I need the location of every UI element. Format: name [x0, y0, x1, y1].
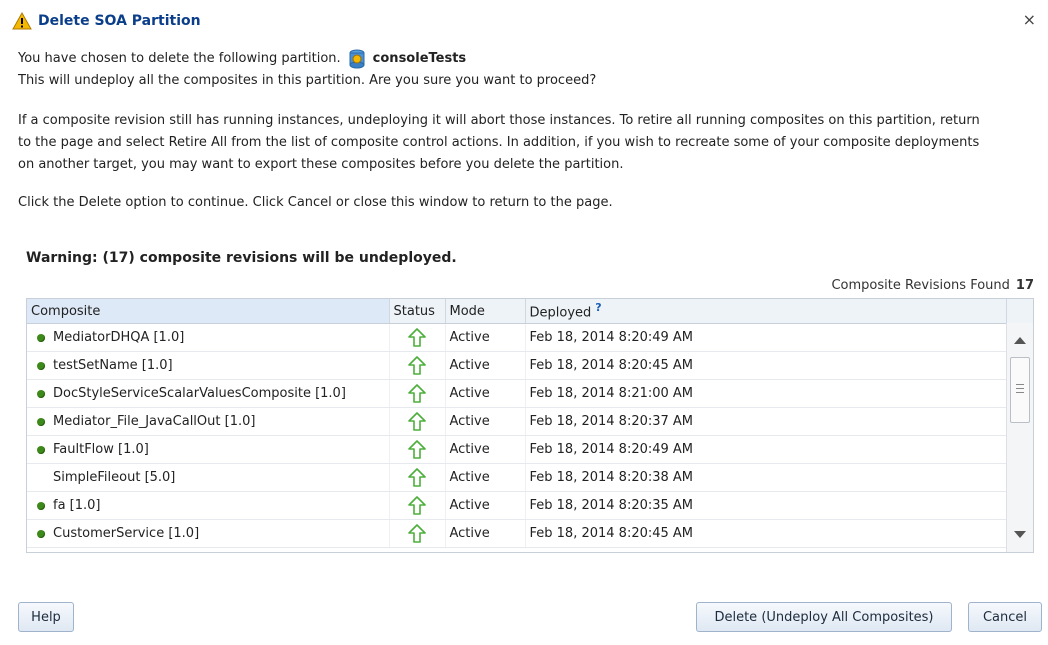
composite-cell[interactable]: SimpleFileout [5.0]: [27, 463, 390, 492]
message-line2: This will undeploy all the composites in…: [18, 73, 597, 88]
mode-cell: Active: [445, 463, 526, 492]
table-row[interactable]: SimpleFileout [5.0] Active Feb 18, 2014 8:…: [27, 463, 1008, 492]
composite-name[interactable]: SimpleFileout [5.0]: [53, 470, 175, 485]
help-button[interactable]: Help: [18, 602, 74, 632]
mode-cell: Active: [445, 407, 526, 436]
table-row[interactable]: testSetName [1.0] Active Feb 18, 2014 8:20…: [27, 351, 1008, 380]
composite-name[interactable]: Mediator_File_JavaCallOut [1.0]: [53, 414, 255, 429]
composite-cell[interactable]: CustomerService [1.0]: [27, 519, 390, 548]
composite-name[interactable]: MediatorDHQA [1.0]: [53, 330, 184, 345]
partition-name: consoleTests: [372, 51, 467, 66]
status-cell: [389, 435, 446, 464]
close-button[interactable]: ×: [1023, 10, 1036, 30]
table-row[interactable]: DocStyleServiceScalarValuesComposite [1.…: [27, 379, 1008, 408]
deployed-cell: Feb 18, 2014 8:20:38 AM: [525, 463, 1008, 492]
up-arrow-icon: [408, 523, 426, 543]
deployed-cell: Feb 18, 2014 8:20:45 AM: [525, 351, 1008, 380]
table-header-row: Composite Status Mode Deployed?: [27, 299, 1008, 324]
status-dot-icon: [37, 417, 45, 426]
deployed-cell: Feb 18, 2014 8:20:45 AM: [525, 519, 1008, 548]
deployed-cell: Feb 18, 2014 8:21:00 AM: [525, 379, 1008, 408]
composite-name[interactable]: testSetName [1.0]: [53, 358, 173, 373]
dialog-title-bar: Delete SOA Partition: [12, 10, 201, 32]
delete-undeploy-button[interactable]: Delete (Undeploy All Composites): [696, 602, 952, 632]
status-cell: [389, 379, 446, 408]
table-scrollbar[interactable]: [1006, 323, 1033, 552]
table-row[interactable]: Mediator_File_JavaCallOut [1.0] Active Feb…: [27, 407, 1008, 436]
status-dot-icon: [37, 445, 45, 454]
message-line3b: to the page and select Retire All from t…: [18, 135, 980, 150]
scroll-up-arrow[interactable]: [1014, 337, 1026, 344]
partition-icon: [349, 49, 365, 69]
composite-cell[interactable]: DocStyleServiceScalarValuesComposite [1.…: [27, 379, 390, 408]
composite-name[interactable]: FaultFlow [1.0]: [53, 442, 149, 457]
column-mode[interactable]: Mode: [445, 299, 526, 324]
revisions-found: Composite Revisions Found 17: [831, 278, 1034, 293]
up-arrow-icon: [408, 327, 426, 347]
table-row[interactable]: CustomerService [1.0] Active Feb 18, 2014 …: [27, 519, 1008, 548]
dialog-title: Delete SOA Partition: [38, 13, 201, 29]
status-dot-icon: [37, 389, 45, 398]
up-arrow-icon: [408, 495, 426, 515]
column-status[interactable]: Status: [389, 299, 446, 324]
scroll-header-corner: [1006, 299, 1033, 324]
deployed-cell: Feb 18, 2014 8:20:49 AM: [525, 435, 1008, 464]
composite-name[interactable]: fa [1.0]: [53, 498, 101, 513]
cancel-button[interactable]: Cancel: [968, 602, 1042, 632]
revisions-found-count: 17: [1015, 278, 1034, 293]
scroll-down-arrow[interactable]: [1014, 531, 1026, 538]
mode-cell: Active: [445, 323, 526, 352]
composite-cell[interactable]: MediatorDHQA [1.0]: [27, 323, 390, 352]
message-line4: Click the Delete option to continue. Cli…: [18, 195, 613, 210]
status-cell: [389, 351, 446, 380]
scroll-thumb[interactable]: [1010, 357, 1030, 423]
message-line1: You have chosen to delete the following …: [18, 51, 341, 66]
composites-table: Composite Status Mode Deployed? Mediator…: [26, 298, 1034, 553]
up-arrow-icon: [408, 383, 426, 403]
mode-cell: Active: [445, 351, 526, 380]
table-row[interactable]: fa [1.0] Active Feb 18, 2014 8:20:35 AM: [27, 491, 1008, 520]
deployed-cell: Feb 18, 2014 8:20:37 AM: [525, 407, 1008, 436]
message-retire-info: If a composite revision still has runnin…: [18, 110, 1038, 176]
up-arrow-icon: [408, 439, 426, 459]
status-dot-icon: [37, 529, 45, 538]
message-line3c: on another target, you may want to expor…: [18, 157, 624, 172]
status-cell: [389, 491, 446, 520]
up-arrow-icon: [408, 411, 426, 431]
mode-cell: Active: [445, 379, 526, 408]
status-cell: [389, 323, 446, 352]
column-composite[interactable]: Composite: [27, 299, 390, 324]
status-dot-icon: [37, 333, 45, 342]
mode-cell: Active: [445, 435, 526, 464]
composite-cell[interactable]: testSetName [1.0]: [27, 351, 390, 380]
status-cell: [389, 407, 446, 436]
status-cell: [389, 519, 446, 548]
table-row[interactable]: FaultFlow [1.0] Active Feb 18, 2014 8:20:4…: [27, 435, 1008, 464]
column-deployed[interactable]: Deployed?: [525, 299, 1008, 324]
composite-cell[interactable]: fa [1.0]: [27, 491, 390, 520]
composite-name[interactable]: CustomerService [1.0]: [53, 526, 199, 541]
table-row[interactable]: MediatorDHQA [1.0] Active Feb 18, 2014 8:2…: [27, 323, 1008, 352]
composite-cell[interactable]: FaultFlow [1.0]: [27, 435, 390, 464]
up-arrow-icon: [408, 355, 426, 375]
deployed-cell: Feb 18, 2014 8:20:35 AM: [525, 491, 1008, 520]
status-dot-icon: [37, 361, 45, 370]
help-question-icon[interactable]: ?: [595, 301, 601, 314]
composite-name[interactable]: DocStyleServiceScalarValuesComposite [1.…: [53, 386, 346, 401]
status-dot-icon: [37, 501, 45, 510]
revisions-found-label: Composite Revisions Found: [831, 278, 1010, 293]
up-arrow-icon: [408, 467, 426, 487]
undeploy-warning: Warning: (17) composite revisions will b…: [26, 250, 457, 266]
deployed-cell: Feb 18, 2014 8:20:49 AM: [525, 323, 1008, 352]
status-cell: [389, 463, 446, 492]
delete-partition-dialog: Delete SOA Partition × You have chosen t…: [0, 0, 1048, 645]
composite-cell[interactable]: Mediator_File_JavaCallOut [1.0]: [27, 407, 390, 436]
mode-cell: Active: [445, 491, 526, 520]
column-deployed-label: Deployed: [529, 305, 592, 321]
warning-icon: [12, 12, 32, 30]
mode-cell: Active: [445, 519, 526, 548]
partition-message: You have chosen to delete the following …: [18, 48, 466, 70]
message-line3a: If a composite revision still has runnin…: [18, 113, 980, 128]
